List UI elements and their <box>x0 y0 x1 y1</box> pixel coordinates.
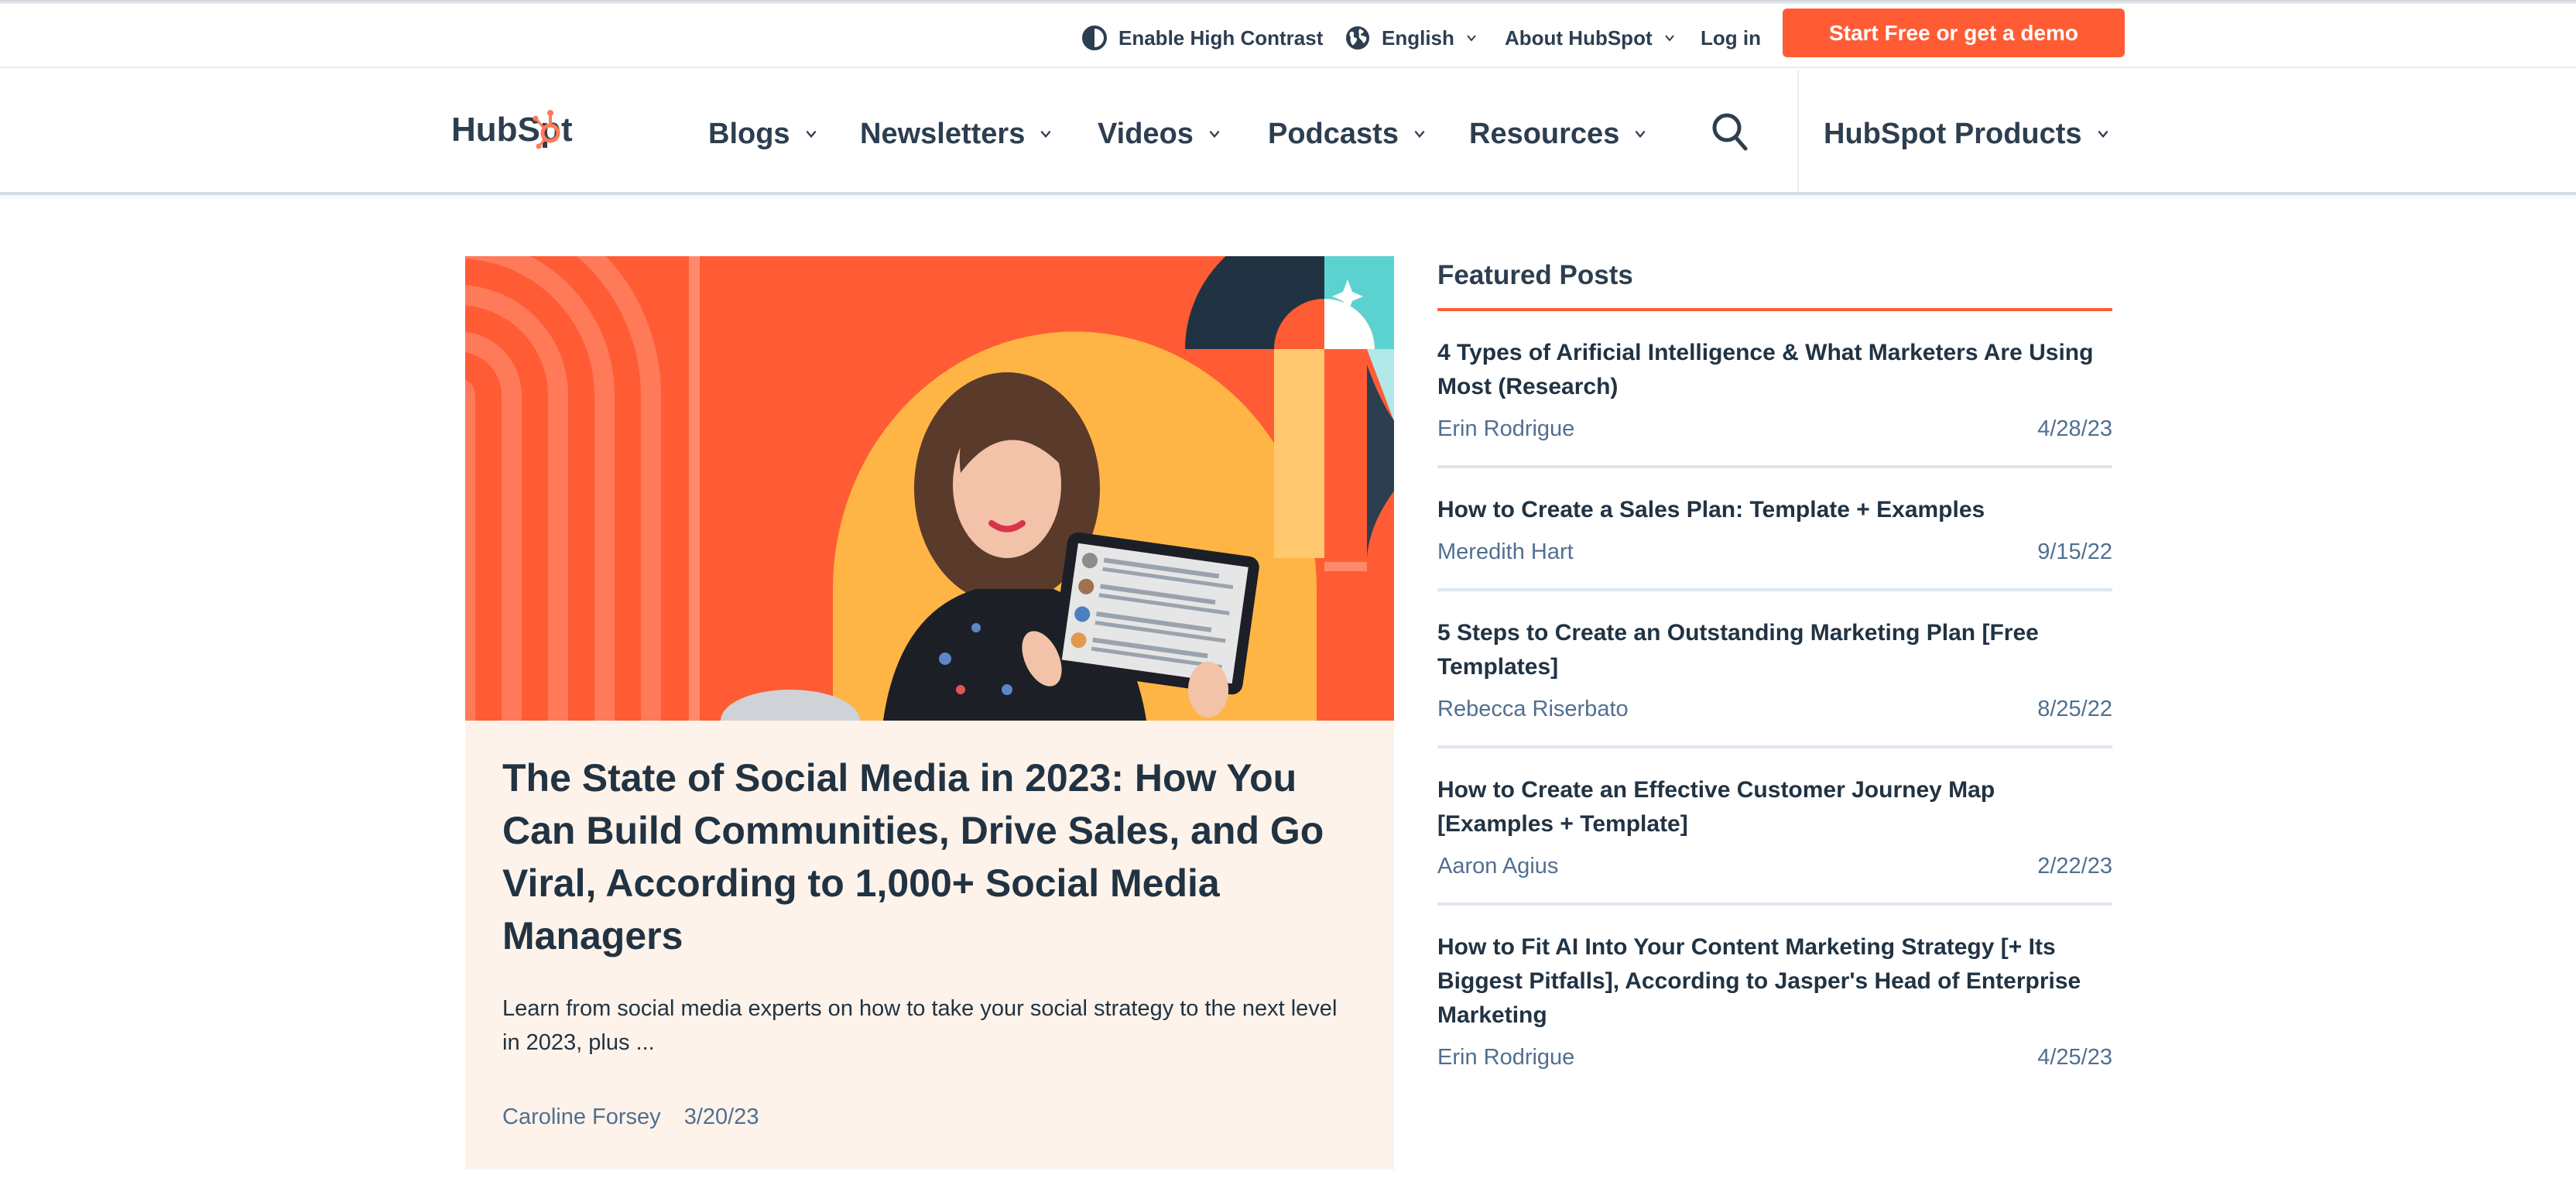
language-selector[interactable]: English <box>1345 22 1478 53</box>
login-link[interactable]: Log in <box>1701 22 1761 53</box>
featured-post[interactable]: How to Fit AI Into Your Content Marketin… <box>1437 906 2112 1094</box>
featured-post-meta: Erin Rodrigue 4/28/23 <box>1437 416 2112 442</box>
chevron-down-icon <box>2098 130 2108 139</box>
nav-hubspot-products[interactable]: HubSpot Products <box>1824 115 2110 153</box>
featured-post-author[interactable]: Rebecca Riserbato <box>1437 697 1629 722</box>
featured-post-meta: Meredith Hart 9/15/22 <box>1437 539 2112 565</box>
hero-meta: Caroline Forsey 3/20/23 <box>502 1105 1354 1130</box>
high-contrast-label: Enable High Contrast <box>1118 26 1324 50</box>
featured-post-title[interactable]: 5 Steps to Create an Outstanding Marketi… <box>1437 616 2112 684</box>
hero-illustration <box>465 256 1394 721</box>
hero-author[interactable]: Caroline Forsey <box>502 1105 661 1130</box>
featured-post-author[interactable]: Erin Rodrigue <box>1437 1045 1574 1070</box>
nav-podcasts-label: Podcasts <box>1268 117 1399 150</box>
chevron-down-icon <box>1209 130 1220 139</box>
featured-post-title[interactable]: How to Fit AI Into Your Content Marketin… <box>1437 930 2112 1033</box>
featured-post-date: 4/25/23 <box>2037 1045 2112 1070</box>
nav-hubspot-products-label: HubSpot Products <box>1824 117 2082 150</box>
hero-title[interactable]: The State of Social Media in 2023: How Y… <box>502 752 1354 962</box>
featured-post-date: 2/22/23 <box>2037 854 2112 879</box>
nav-newsletters-label: Newsletters <box>860 117 1026 150</box>
cta-label: Start Free or get a demo <box>1828 20 2079 45</box>
featured-post-date: 8/25/22 <box>2037 697 2112 721</box>
utility-bar: Enable High Contrast English About HubSp… <box>0 4 2576 68</box>
nav-blogs-label: Blogs <box>708 117 790 150</box>
start-free-demo-button[interactable]: Start Free or get a demo <box>1783 9 2125 57</box>
featured-posts-sidebar: Featured Posts 4 Types of Arificial Inte… <box>1437 260 2112 1094</box>
hero-image[interactable] <box>465 256 1394 721</box>
contrast-icon <box>1081 25 1108 51</box>
nav-newsletters[interactable]: Newsletters <box>860 115 1053 153</box>
about-hubspot-menu[interactable]: About HubSpot <box>1505 22 1676 53</box>
featured-post-title[interactable]: 4 Types of Arificial Intelligence & What… <box>1437 336 2112 404</box>
featured-posts-heading: Featured Posts <box>1437 260 1633 290</box>
hero-description: Learn from social media experts on how t… <box>502 996 1338 1055</box>
nav-blogs[interactable]: Blogs <box>708 115 818 153</box>
featured-post-meta: Aaron Agius 2/22/23 <box>1437 854 2112 879</box>
nav-videos-label: Videos <box>1098 117 1194 150</box>
main-nav: HubSp t Blogs Newsletters Videos Podcast… <box>0 70 2576 195</box>
search-button[interactable] <box>1707 108 1753 155</box>
nav-resources[interactable]: Resources <box>1469 115 1647 153</box>
featured-post[interactable]: 5 Steps to Create an Outstanding Marketi… <box>1437 591 2112 748</box>
nav-podcasts[interactable]: Podcasts <box>1268 115 1427 153</box>
hero-date: 3/20/23 <box>683 1105 759 1129</box>
high-contrast-toggle[interactable]: Enable High Contrast <box>1081 22 1323 53</box>
featured-post-author[interactable]: Meredith Hart <box>1437 539 1574 565</box>
hero-article-card[interactable]: The State of Social Media in 2023: How Y… <box>465 256 1394 1170</box>
chevron-down-icon <box>1664 35 1674 42</box>
featured-post[interactable]: How to Create a Sales Plan: Template + E… <box>1437 468 2112 591</box>
chevron-down-icon <box>1467 35 1476 42</box>
featured-post-title[interactable]: How to Create an Effective Customer Jour… <box>1437 773 2112 841</box>
featured-post-title[interactable]: How to Create a Sales Plan: Template + E… <box>1437 493 2112 527</box>
chevron-down-icon <box>1040 130 1051 139</box>
featured-post-meta: Erin Rodrigue 4/25/23 <box>1437 1045 2112 1070</box>
svg-text:t: t <box>561 111 573 149</box>
featured-post[interactable]: How to Create an Effective Customer Jour… <box>1437 748 2112 906</box>
login-label: Log in <box>1701 26 1761 50</box>
hubspot-logo-icon: HubSp t <box>451 110 573 149</box>
chevron-down-icon <box>806 130 817 139</box>
language-label: English <box>1382 26 1454 50</box>
featured-post[interactable]: 4 Types of Arificial Intelligence & What… <box>1437 311 2112 468</box>
chevron-down-icon <box>1414 130 1425 139</box>
about-hubspot-label: About HubSpot <box>1505 26 1653 50</box>
nav-videos[interactable]: Videos <box>1098 115 1221 153</box>
featured-post-meta: Rebecca Riserbato 8/25/22 <box>1437 697 2112 722</box>
featured-post-author[interactable]: Erin Rodrigue <box>1437 416 1574 442</box>
hero-body: The State of Social Media in 2023: How Y… <box>502 752 1354 1130</box>
featured-post-author[interactable]: Aaron Agius <box>1437 854 1558 879</box>
hubspot-logo[interactable]: HubSp t <box>451 110 584 150</box>
chevron-down-icon <box>1635 130 1646 139</box>
featured-post-date: 9/15/22 <box>2037 539 2112 564</box>
globe-icon <box>1345 25 1371 51</box>
nav-divider <box>1797 70 1799 192</box>
nav-resources-label: Resources <box>1469 117 1620 150</box>
featured-post-date: 4/28/23 <box>2037 416 2112 441</box>
search-icon <box>1712 113 1748 151</box>
